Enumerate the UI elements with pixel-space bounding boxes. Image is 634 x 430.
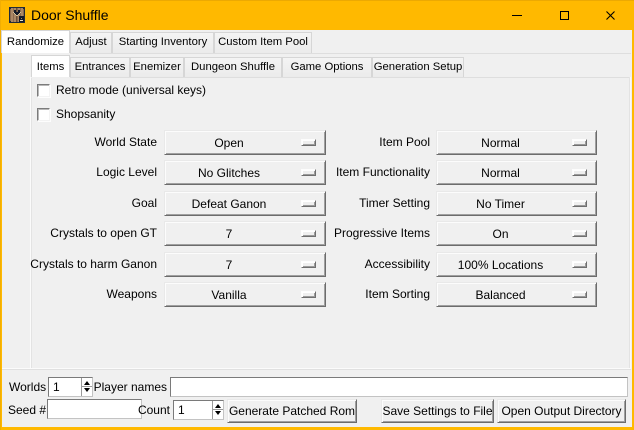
dropdown-value: 7 [167, 222, 291, 245]
worlds-value: 1 [53, 378, 60, 396]
dropdown-value: 7 [167, 253, 291, 276]
count-value: 1 [178, 401, 185, 419]
setting-label: Crystals to open GT [20, 221, 157, 246]
count-spin-arrows [212, 401, 223, 419]
setting-label: Timer Setting [300, 191, 430, 216]
dropdown-value: 100% Locations [439, 253, 562, 276]
worlds-label: Worlds [9, 380, 46, 394]
tab-adjust[interactable]: Adjust [70, 32, 112, 53]
setting-label: Accessibility [300, 252, 430, 277]
dropdown-value: No Glitches [167, 161, 291, 184]
arrow-down-icon [215, 411, 221, 415]
title-bar[interactable]: Door Shuffle [0, 0, 634, 30]
setting-label: Weapons [20, 282, 157, 307]
tab-label: Adjust [75, 33, 106, 52]
setting-label: Item Sorting [300, 282, 430, 307]
dropdown-item-functionality[interactable]: Normal [436, 160, 597, 185]
seed-label: Seed # [8, 403, 46, 417]
tab-label: Custom Item Pool [218, 33, 308, 52]
tab-label: Enemizer [133, 58, 181, 76]
dropdown-value: On [439, 222, 562, 245]
spin-up-button[interactable] [214, 401, 223, 409]
dropdown-value: Defeat Ganon [167, 192, 291, 215]
spin-down-button[interactable] [214, 410, 223, 418]
count-label: Count [120, 403, 170, 417]
tab-starting-inventory[interactable]: Starting Inventory [112, 32, 214, 53]
tab-label: Starting Inventory [119, 33, 208, 52]
checkbox-label: Shopsanity [56, 108, 115, 121]
tab-label: Randomize [7, 31, 64, 53]
setting-label: Item Pool [300, 130, 430, 155]
dropdown-indicator-icon [572, 230, 587, 237]
tab-label: Generation Setup [374, 58, 463, 76]
notebook1-pane-border [70, 53, 631, 54]
dropdown-value: Balanced [439, 283, 562, 306]
checkbox-shopsanity[interactable] [37, 108, 50, 121]
window-edge-top [0, 0, 634, 1]
dropdown-value: No Timer [439, 192, 562, 215]
tab-label: Game Options [291, 58, 364, 76]
arrow-up-icon [215, 404, 221, 408]
setting-label: World State [20, 130, 157, 155]
door-icon [9, 7, 25, 23]
checkbox-retro-mode-universal-keys-[interactable] [37, 84, 50, 97]
setting-label: Item Functionality [300, 160, 430, 185]
tab-label: Dungeon Shuffle [191, 58, 275, 76]
dropdown-indicator-icon [572, 200, 587, 207]
subtab-entrances[interactable]: Entrances [70, 57, 130, 77]
notebook2-pane-right2 [630, 77, 631, 369]
notebook2-pane-top [70, 77, 629, 78]
dropdown-value: Normal [439, 161, 562, 184]
subtab-generation-setup[interactable]: Generation Setup [372, 57, 464, 77]
player-names-label: Player names [90, 380, 167, 394]
dropdown-indicator-icon [572, 291, 587, 298]
setting-label: Goal [20, 191, 157, 216]
window-title: Door Shuffle [31, 0, 109, 30]
dropdown-value: Open [167, 131, 291, 154]
dropdown-timer-setting[interactable]: No Timer [436, 191, 597, 216]
setting-label: Progressive Items [300, 221, 430, 246]
tab-randomize[interactable]: Randomize [1, 30, 70, 53]
notebook-pane-bottom-shadow [2, 369, 631, 370]
dropdown-indicator-icon [572, 169, 587, 176]
dropdown-progressive-items[interactable]: On [436, 221, 597, 246]
tab-label: Items [37, 56, 65, 77]
open-output-button[interactable]: Open Output Directory [497, 399, 626, 423]
save-settings-button[interactable]: Save Settings to File [381, 399, 494, 423]
dropdown-accessibility[interactable]: 100% Locations [436, 252, 597, 277]
minimize-button[interactable] [494, 0, 540, 30]
close-icon [606, 11, 615, 20]
maximize-button[interactable] [541, 0, 587, 30]
player-names-input[interactable] [170, 377, 628, 397]
dropdown-value: Normal [439, 131, 562, 154]
checkbox-label: Retro mode (universal keys) [56, 84, 206, 97]
dropdown-item-pool[interactable]: Normal [436, 130, 597, 155]
subtab-items[interactable]: Items [31, 55, 70, 77]
window-edge-left [0, 0, 1, 430]
app-window: Door Shuffle Randomize Adjust Starting Inv… [0, 0, 634, 430]
maximize-icon [560, 11, 569, 20]
dropdown-value: Vanilla [167, 283, 291, 306]
setting-label: Crystals to harm Ganon [20, 252, 157, 277]
subtab-enemizer[interactable]: Enemizer [130, 57, 184, 77]
dropdown-indicator-icon [572, 261, 587, 268]
dropdown-item-sorting[interactable]: Balanced [436, 282, 597, 307]
tab-custom-item-pool[interactable]: Custom Item Pool [214, 32, 312, 53]
minimize-icon [512, 15, 522, 16]
dropdown-indicator-icon [572, 139, 587, 146]
setting-label: Logic Level [20, 160, 157, 185]
subtab-game-options[interactable]: Game Options [282, 57, 372, 77]
generate-button[interactable]: Generate Patched Rom [227, 399, 357, 423]
worlds-spinbox[interactable]: 1 [48, 377, 93, 397]
tab-label: Entrances [75, 58, 126, 76]
close-button[interactable] [587, 0, 633, 30]
count-spinbox[interactable]: 1 [173, 400, 224, 420]
subtab-dungeon-shuffle[interactable]: Dungeon Shuffle [184, 57, 282, 77]
